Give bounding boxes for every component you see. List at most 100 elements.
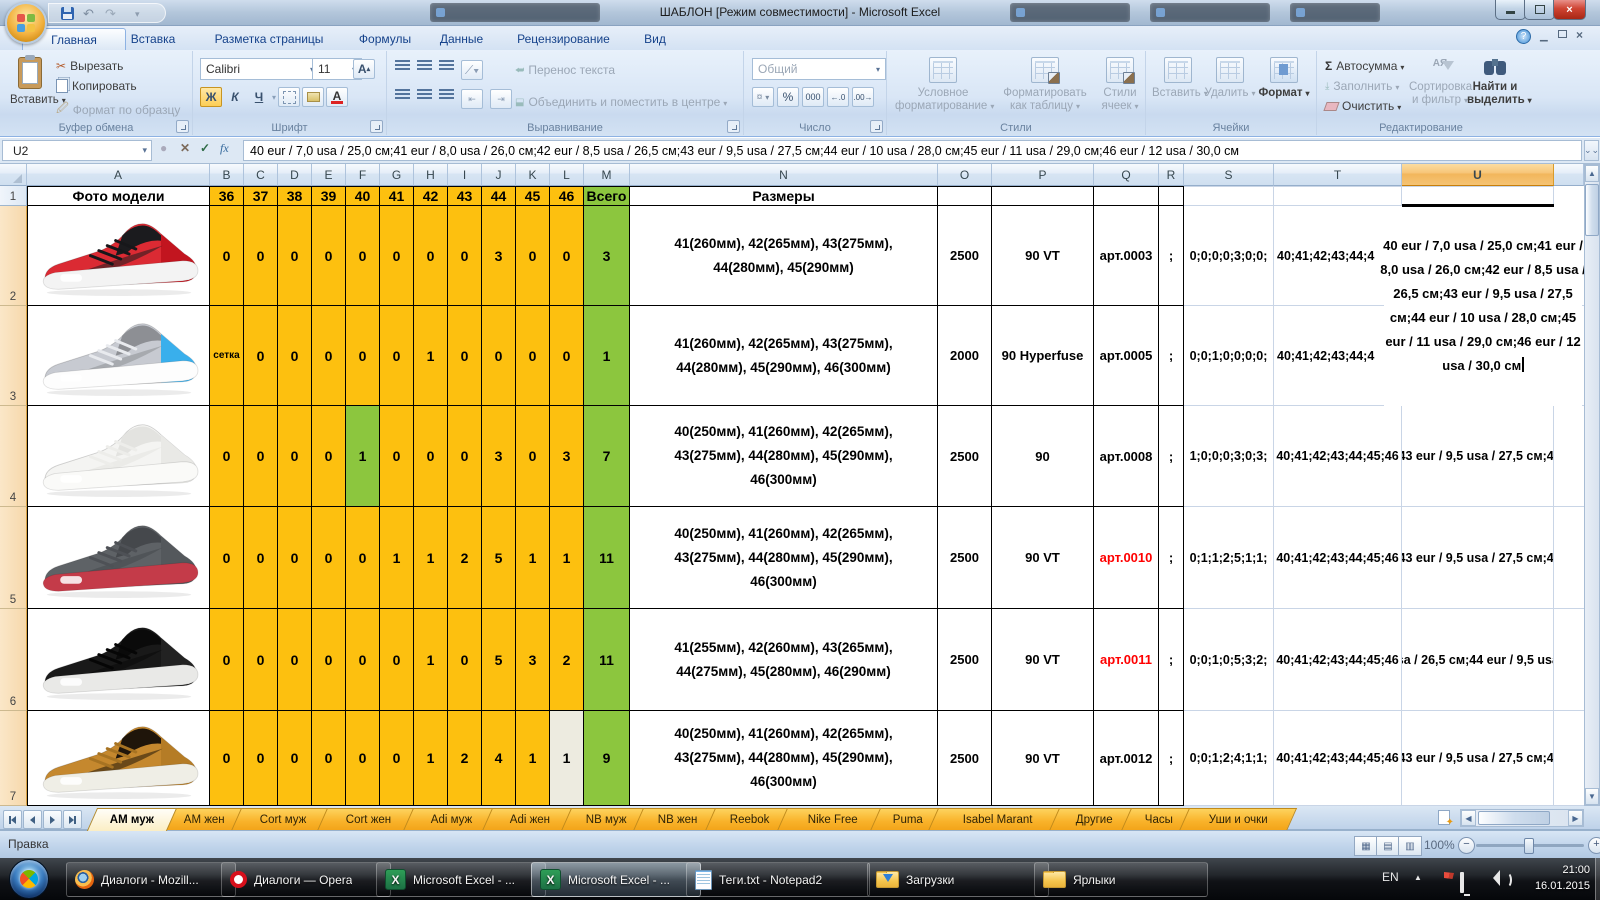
cell-E1[interactable]: 39 [312,186,346,206]
cell-O2[interactable]: 2500 [938,206,992,306]
cell-U4[interactable]: ;43 eur / 9,5 usa / 27,5 см;44 [1402,406,1554,507]
cell-J5[interactable]: 5 [482,507,516,609]
cell-O4[interactable]: 2500 [938,406,992,507]
sheet-tab-1[interactable]: АМ муж [87,808,177,831]
cell-S5[interactable]: 0;1;1;2;5;1;1; [1184,507,1274,609]
cell-K1[interactable]: 45 [516,186,550,206]
column-header-partial[interactable] [1554,164,1584,186]
cell-R2[interactable]: ; [1159,206,1184,306]
wrap-text-button[interactable]: ⮨Перенос текста [515,63,615,77]
cell-I1[interactable]: 43 [448,186,482,206]
sort-filter-button[interactable]: АЯ Сортировка и фильтр [1409,57,1471,107]
grow-font-icon[interactable]: A▴ [353,59,375,79]
cell-K3[interactable]: 0 [516,306,550,406]
language-indicator[interactable]: EN [1382,870,1399,884]
merge-center-button[interactable]: ⬓Объединить и поместить в центре [515,95,727,109]
sheet-tab-15[interactable]: Уши и очки [1179,808,1297,831]
taskbar-button-3[interactable]: XMicrosoft Excel - ... [376,862,546,897]
cell-E4[interactable]: 0 [312,406,346,507]
cell-L7[interactable]: 1 [550,711,584,806]
cell-M1[interactable]: Всего [584,186,630,206]
cell-F7[interactable]: 0 [346,711,380,806]
cell-A5[interactable] [27,507,210,609]
cell-G1[interactable]: 41 [380,186,414,206]
insert-worksheet-icon[interactable]: ✦ [1436,810,1452,826]
cell-L5[interactable]: 1 [550,507,584,609]
prev-sheet-icon[interactable] [23,810,42,829]
cell-J3[interactable]: 0 [482,306,516,406]
cell-R6[interactable]: ; [1159,609,1184,711]
scroll-down-icon[interactable]: ▼ [1585,788,1599,805]
cell-N6[interactable]: 41(255мм), 42(260мм), 43(265мм), 44(275м… [630,609,938,711]
cell-B1[interactable]: 36 [210,186,244,206]
column-header-H[interactable]: H [414,164,448,186]
cell-D6[interactable]: 0 [278,609,312,711]
cell-E7[interactable]: 0 [312,711,346,806]
scroll-right-icon[interactable]: ▶ [1568,810,1583,826]
cell-P2[interactable]: 90 VT [992,206,1094,306]
accounting-format-icon[interactable]: ¤ [752,87,774,107]
cell-F1[interactable]: 40 [346,186,380,206]
cell-L4[interactable]: 3 [550,406,584,507]
taskbar-button-1[interactable]: Диалоги - Mozill... [66,862,236,897]
cell-R4[interactable]: ; [1159,406,1184,507]
cell-F6[interactable]: 0 [346,609,380,711]
conditional-formatting-button[interactable]: Условное форматирование [895,57,991,113]
cell-S2[interactable]: 0;0;0;0;3;0;0; [1184,206,1274,306]
cell-U6[interactable]: usa / 26,5 см;44 eur / 9,5 usa / [1402,609,1554,711]
help-icon[interactable]: ? [1516,29,1531,44]
cell-L2[interactable]: 0 [550,206,584,306]
cell-L3[interactable]: 0 [550,306,584,406]
scroll-left-icon[interactable]: ◀ [1461,810,1476,826]
taskbar-button-2[interactable]: Диалоги — Opera [221,862,391,897]
cell-O5[interactable]: 2500 [938,507,992,609]
row-header-1[interactable]: 1 [0,186,27,206]
column-header-C[interactable]: C [244,164,278,186]
insert-cells-button[interactable]: Вставить [1152,57,1204,100]
cell-A1[interactable]: Фото модели [27,186,210,206]
cell-I6[interactable]: 0 [448,609,482,711]
cell-M2[interactable]: 3 [584,206,630,306]
font-dialog-launcher-icon[interactable] [370,120,383,133]
column-header-T[interactable]: T [1274,164,1402,186]
cancel-edit-icon[interactable]: ✕ [180,141,190,155]
cell-K2[interactable]: 0 [516,206,550,306]
cell-F2[interactable]: 0 [346,206,380,306]
cell-O3[interactable]: 2000 [938,306,992,406]
cell-C5[interactable]: 0 [244,507,278,609]
cell-Q5[interactable]: арт.0010 [1094,507,1159,609]
cell-E6[interactable]: 0 [312,609,346,711]
restore-button[interactable] [1524,0,1555,20]
column-header-O[interactable]: O [938,164,992,186]
cell-B4[interactable]: 0 [210,406,244,507]
horizontal-scrollbar[interactable]: ◀ ▶ [1460,809,1584,827]
cell-N5[interactable]: 40(250мм), 41(260мм), 42(265мм), 43(275м… [630,507,938,609]
cell-I5[interactable]: 2 [448,507,482,609]
row-header-3[interactable]: 3 [0,306,27,406]
cell-F4[interactable]: 1 [346,406,380,507]
cell-A4[interactable] [27,406,210,507]
cell-N1[interactable]: Размеры [630,186,938,206]
column-header-U[interactable]: U [1402,164,1554,186]
cell-U5[interactable]: ;43 eur / 9,5 usa / 27,5 см;44 [1402,507,1554,609]
vertical-scroll-thumb[interactable] [1585,184,1599,236]
cell-U1[interactable] [1402,186,1554,206]
cell-D7[interactable]: 0 [278,711,312,806]
format-as-table-button[interactable]: Форматировать как таблицу [995,57,1095,113]
cell-G6[interactable]: 0 [380,609,414,711]
align-left-icon[interactable] [395,89,410,100]
cell-Q6[interactable]: арт.0011 [1094,609,1159,711]
alignment-dialog-launcher-icon[interactable] [727,120,740,133]
cell-I2[interactable]: 0 [448,206,482,306]
row-header-4[interactable]: 4 [0,406,27,507]
cell-B6[interactable]: 0 [210,609,244,711]
clear-button[interactable]: Очистить [1325,99,1401,113]
column-header-F[interactable]: F [346,164,380,186]
column-header-G[interactable]: G [380,164,414,186]
save-icon[interactable] [61,7,74,20]
clipboard-dialog-launcher-icon[interactable] [176,120,189,133]
formula-input[interactable]: 40 eur / 7,0 usa / 25,0 см;41 eur / 8,0 … [243,140,1582,161]
fill-color-icon[interactable] [302,87,324,107]
font-color-icon[interactable]: А [326,87,348,107]
column-header-K[interactable]: K [516,164,550,186]
